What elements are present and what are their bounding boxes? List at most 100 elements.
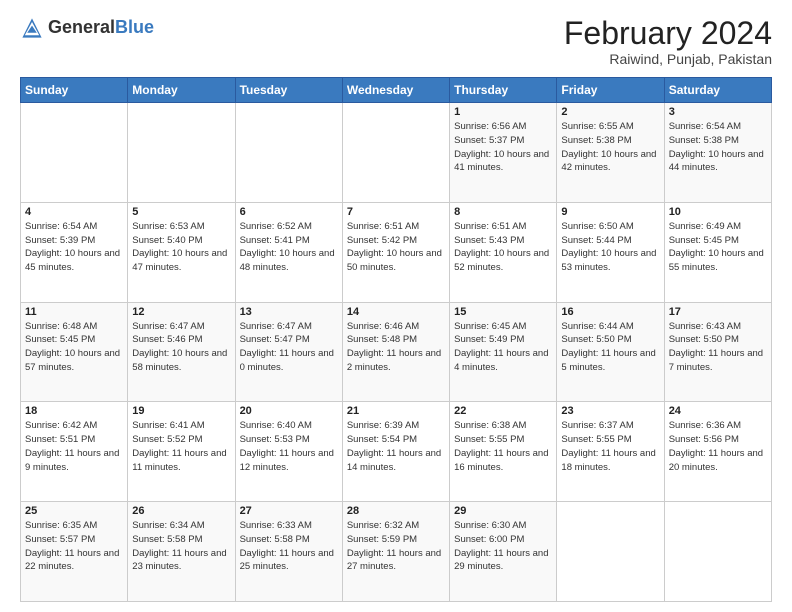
calendar-cell: 17 Sunrise: 6:43 AM Sunset: 5:50 PM Dayli… [664,302,771,402]
day-of-week-thursday: Thursday [450,78,557,103]
calendar-cell: 22 Sunrise: 6:38 AM Sunset: 5:55 PM Dayli… [450,402,557,502]
calendar-week-row: 18 Sunrise: 6:42 AM Sunset: 5:51 PM Dayli… [21,402,772,502]
day-info: Sunrise: 6:47 AM Sunset: 5:47 PM Dayligh… [240,320,338,375]
calendar-week-row: 4 Sunrise: 6:54 AM Sunset: 5:39 PM Daylig… [21,202,772,302]
day-number: 13 [240,306,338,318]
day-info: Sunrise: 6:55 AM Sunset: 5:38 PM Dayligh… [561,120,659,175]
day-info: Sunrise: 6:32 AM Sunset: 5:59 PM Dayligh… [347,519,445,574]
calendar-cell: 28 Sunrise: 6:32 AM Sunset: 5:59 PM Dayli… [342,502,449,602]
day-info: Sunrise: 6:40 AM Sunset: 5:53 PM Dayligh… [240,419,338,474]
day-number: 1 [454,106,552,118]
calendar-cell: 18 Sunrise: 6:42 AM Sunset: 5:51 PM Dayli… [21,402,128,502]
calendar-cell: 15 Sunrise: 6:45 AM Sunset: 5:49 PM Dayli… [450,302,557,402]
calendar-cell [128,103,235,203]
calendar-cell: 12Sunrise: 6:47 AM Sunset: 5:46 PM Dayli… [128,302,235,402]
day-info: Sunrise: 6:39 AM Sunset: 5:54 PM Dayligh… [347,419,445,474]
day-info: Sunrise: 6:51 AM Sunset: 5:42 PM Dayligh… [347,220,445,275]
day-of-week-sunday: Sunday [21,78,128,103]
day-info: Sunrise: 6:52 AM Sunset: 5:41 PM Dayligh… [240,220,338,275]
day-info: Sunrise: 6:38 AM Sunset: 5:55 PM Dayligh… [454,419,552,474]
day-of-week-friday: Friday [557,78,664,103]
day-info: Sunrise: 6:54 AM Sunset: 5:38 PM Dayligh… [669,120,767,175]
calendar-cell: 4 Sunrise: 6:54 AM Sunset: 5:39 PM Daylig… [21,202,128,302]
day-info: Sunrise: 6:34 AM Sunset: 5:58 PM Dayligh… [132,519,230,574]
calendar-cell: 10 Sunrise: 6:49 AM Sunset: 5:45 PM Dayli… [664,202,771,302]
month-title: February 2024 [564,16,772,51]
calendar-cell: 8 Sunrise: 6:51 AM Sunset: 5:43 PM Daylig… [450,202,557,302]
calendar-cell: 29 Sunrise: 6:30 AM Sunset: 6:00 PM Dayli… [450,502,557,602]
day-number: 17 [669,306,767,318]
day-info: Sunrise: 6:36 AM Sunset: 5:56 PM Dayligh… [669,419,767,474]
calendar-cell: 1 Sunrise: 6:56 AM Sunset: 5:37 PM Daylig… [450,103,557,203]
day-number: 8 [454,206,552,218]
day-number: 16 [561,306,659,318]
calendar-cell: 26 Sunrise: 6:34 AM Sunset: 5:58 PM Dayli… [128,502,235,602]
day-number: 14 [347,306,445,318]
calendar-cell: 7Sunrise: 6:51 AM Sunset: 5:42 PM Daylig… [342,202,449,302]
calendar-cell: 2 Sunrise: 6:55 AM Sunset: 5:38 PM Daylig… [557,103,664,203]
day-number: 9 [561,206,659,218]
day-number: 20 [240,405,338,417]
logo-text-general: General [48,17,115,37]
day-number: 21 [347,405,445,417]
calendar-cell: 14 Sunrise: 6:46 AM Sunset: 5:48 PM Dayli… [342,302,449,402]
calendar-cell: 9Sunrise: 6:50 AM Sunset: 5:44 PM Daylig… [557,202,664,302]
day-info: Sunrise: 6:44 AM Sunset: 5:50 PM Dayligh… [561,320,659,375]
day-number: 4 [25,206,123,218]
day-info: Sunrise: 6:51 AM Sunset: 5:43 PM Dayligh… [454,220,552,275]
day-number: 19 [132,405,230,417]
day-number: 10 [669,206,767,218]
calendar-cell [342,103,449,203]
calendar-cell: 24 Sunrise: 6:36 AM Sunset: 5:56 PM Dayli… [664,402,771,502]
calendar-cell: 23Sunrise: 6:37 AM Sunset: 5:55 PM Dayli… [557,402,664,502]
day-number: 28 [347,505,445,517]
calendar-cell: 20 Sunrise: 6:40 AM Sunset: 5:53 PM Dayli… [235,402,342,502]
day-of-week-monday: Monday [128,78,235,103]
page-header: GeneralBlue February 2024 Raiwind, Punja… [20,16,772,67]
day-number: 22 [454,405,552,417]
day-info: Sunrise: 6:49 AM Sunset: 5:45 PM Dayligh… [669,220,767,275]
calendar-cell: 3 Sunrise: 6:54 AM Sunset: 5:38 PM Daylig… [664,103,771,203]
calendar-table: SundayMondayTuesdayWednesdayThursdayFrid… [20,77,772,602]
calendar-cell [235,103,342,203]
day-info: Sunrise: 6:54 AM Sunset: 5:39 PM Dayligh… [25,220,123,275]
calendar-cell: 27Sunrise: 6:33 AM Sunset: 5:58 PM Dayli… [235,502,342,602]
day-number: 11 [25,306,123,318]
day-info: Sunrise: 6:42 AM Sunset: 5:51 PM Dayligh… [25,419,123,474]
title-block: February 2024 Raiwind, Punjab, Pakistan [564,16,772,67]
calendar-cell: 5Sunrise: 6:53 AM Sunset: 5:40 PM Daylig… [128,202,235,302]
day-info: Sunrise: 6:41 AM Sunset: 5:52 PM Dayligh… [132,419,230,474]
day-info: Sunrise: 6:30 AM Sunset: 6:00 PM Dayligh… [454,519,552,574]
day-number: 25 [25,505,123,517]
day-number: 18 [25,405,123,417]
day-number: 12 [132,306,230,318]
day-number: 15 [454,306,552,318]
day-info: Sunrise: 6:43 AM Sunset: 5:50 PM Dayligh… [669,320,767,375]
calendar-cell: 6 Sunrise: 6:52 AM Sunset: 5:41 PM Daylig… [235,202,342,302]
day-number: 3 [669,106,767,118]
day-number: 29 [454,505,552,517]
day-number: 6 [240,206,338,218]
day-info: Sunrise: 6:46 AM Sunset: 5:48 PM Dayligh… [347,320,445,375]
logo: GeneralBlue [20,16,154,40]
calendar-cell: 19 Sunrise: 6:41 AM Sunset: 5:52 PM Dayli… [128,402,235,502]
location-title: Raiwind, Punjab, Pakistan [564,51,772,67]
day-info: Sunrise: 6:56 AM Sunset: 5:37 PM Dayligh… [454,120,552,175]
calendar-week-row: 1 Sunrise: 6:56 AM Sunset: 5:37 PM Daylig… [21,103,772,203]
calendar-cell: 21 Sunrise: 6:39 AM Sunset: 5:54 PM Dayli… [342,402,449,502]
calendar-cell: 11Sunrise: 6:48 AM Sunset: 5:45 PM Dayli… [21,302,128,402]
calendar-week-row: 25 Sunrise: 6:35 AM Sunset: 5:57 PM Dayli… [21,502,772,602]
day-of-week-wednesday: Wednesday [342,78,449,103]
day-info: Sunrise: 6:33 AM Sunset: 5:58 PM Dayligh… [240,519,338,574]
day-number: 2 [561,106,659,118]
logo-icon [20,16,44,40]
calendar-week-row: 11Sunrise: 6:48 AM Sunset: 5:45 PM Dayli… [21,302,772,402]
day-header-row: SundayMondayTuesdayWednesdayThursdayFrid… [21,78,772,103]
day-of-week-saturday: Saturday [664,78,771,103]
calendar-cell: 25 Sunrise: 6:35 AM Sunset: 5:57 PM Dayli… [21,502,128,602]
day-info: Sunrise: 6:45 AM Sunset: 5:49 PM Dayligh… [454,320,552,375]
day-number: 24 [669,405,767,417]
day-info: Sunrise: 6:35 AM Sunset: 5:57 PM Dayligh… [25,519,123,574]
day-number: 26 [132,505,230,517]
logo-text-blue: Blue [115,17,154,37]
